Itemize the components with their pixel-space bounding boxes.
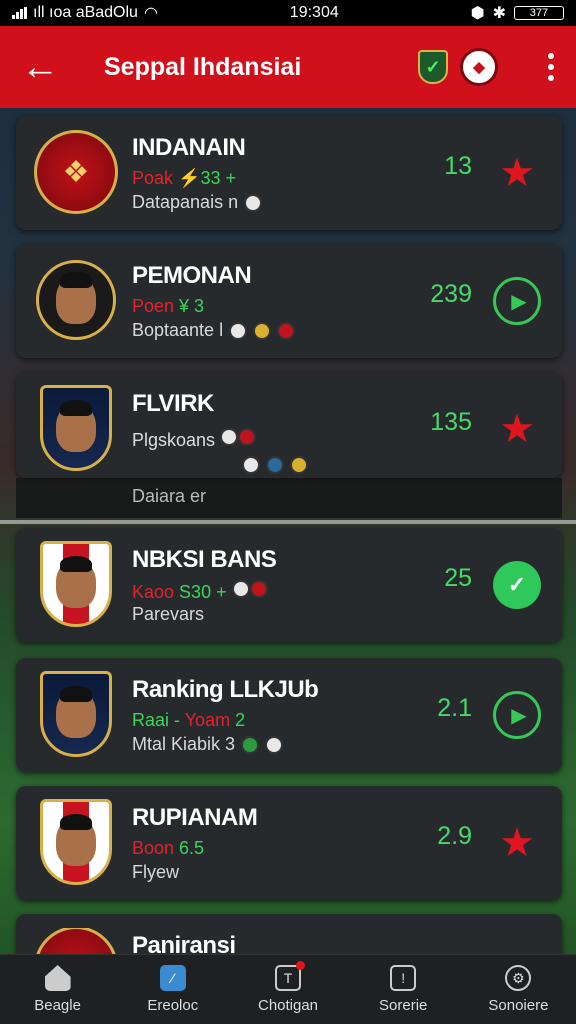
home-icon xyxy=(44,965,71,991)
more-vert-icon[interactable] xyxy=(526,53,576,81)
list-item[interactable]: FLVIRK Plgskoans 135 ★ xyxy=(16,372,562,478)
item-score: 2.9 xyxy=(437,822,472,850)
item-title: INDANAIN xyxy=(132,134,246,161)
star-icon: ★ xyxy=(499,821,535,865)
player-avatar xyxy=(36,260,116,340)
list-item[interactable]: Ranking LLKJUb Raai - Yoam 2 Mtal Kiabik… xyxy=(16,658,562,772)
ball-icon xyxy=(290,456,308,474)
item-score: 135 xyxy=(430,408,472,436)
item-title: Ranking LLKJUb xyxy=(132,676,319,703)
list-item[interactable]: ❖ INDANAIN Poak ⚡33 + Datapanais n 13 ★ xyxy=(16,116,562,230)
battery-icon: 377 xyxy=(513,6,564,20)
wifi-icon: ◠ xyxy=(143,5,158,22)
signal-icon xyxy=(12,7,27,19)
page-title: Seppal Ihdansiai xyxy=(104,52,302,81)
play-button[interactable]: ▶ xyxy=(492,276,542,326)
play-icon: ▶ xyxy=(493,691,541,739)
item-score: 239 xyxy=(430,280,472,308)
location-icon: ⬢ xyxy=(470,5,485,22)
item-title: FLVIRK xyxy=(132,390,214,417)
nav-scores[interactable]: ! Sorerie xyxy=(346,955,461,1024)
phone-icon: ! xyxy=(390,965,417,991)
player-avatar xyxy=(40,799,112,885)
team-crest-avatar[interactable]: ◆ xyxy=(460,48,498,86)
partial-row: Daiara er xyxy=(16,478,562,518)
item-title: RUPIANAM xyxy=(132,804,258,831)
bluetooth-icon: ✱ xyxy=(492,5,506,22)
ball-icon xyxy=(266,456,284,474)
favorite-button[interactable]: ★ xyxy=(492,818,542,868)
list-item[interactable]: PEMONAN Poen ¥ 3 Boptaante l 239 ▶ xyxy=(16,244,562,358)
item-meta: Boptaante l xyxy=(132,320,296,341)
list-item[interactable]: NBKSI BANS Kaoo S30 + Parevars 25 ✓ xyxy=(16,528,562,642)
player-avatar xyxy=(40,385,112,471)
player-avatar xyxy=(40,541,112,627)
garuda-crest-icon: ❖ xyxy=(34,130,118,214)
nav-home[interactable]: Beagle xyxy=(0,955,115,1024)
item-meta: Mtal Kiabik 3 xyxy=(132,734,284,755)
nav-channel[interactable]: T Chotigan xyxy=(230,955,345,1024)
play-button[interactable]: ▶ xyxy=(492,690,542,740)
ball-icon xyxy=(253,321,272,340)
item-subtitle: Kaoo S30 + xyxy=(132,580,268,603)
status-bar: ıll ıoa aBadOlu ◠ 19:304 ⬢ ✱ 377 xyxy=(0,0,576,26)
item-subtitle: Poak ⚡33 + xyxy=(132,168,236,188)
play-icon: ▶ xyxy=(493,277,541,325)
player-avatar xyxy=(40,671,112,757)
item-meta: Parevars xyxy=(132,604,205,624)
item-title: PEMONAN xyxy=(132,262,252,289)
item-meta xyxy=(242,456,308,474)
item-score: 13 xyxy=(444,152,472,180)
back-button[interactable]: ← xyxy=(0,26,80,108)
settings-icon: ⚙ xyxy=(505,965,532,991)
star-icon: ★ xyxy=(499,151,535,195)
ball-icon xyxy=(277,321,296,340)
carrier-label: ıll ıoa aBadOlu xyxy=(33,4,138,21)
item-subtitle: Raai - Yoam 2 xyxy=(132,710,246,730)
item-meta: Datapanais n xyxy=(132,192,263,213)
item-score: 2.1 xyxy=(437,694,472,722)
item-score: 25 xyxy=(444,564,472,592)
ball-icon xyxy=(242,456,260,474)
status-time: 19:304 xyxy=(289,4,339,21)
nav-stats[interactable]: ⁄ Ereoloc xyxy=(115,955,230,1024)
favorite-button[interactable]: ★ xyxy=(492,148,542,198)
arrow-left-icon: ← xyxy=(21,45,59,88)
check-icon: ✓ xyxy=(493,561,541,609)
ball-icon xyxy=(229,321,248,340)
item-title: NBKSI BANS xyxy=(132,546,277,573)
ball-icon xyxy=(241,735,260,754)
list-item[interactable]: RUPIANAM Boon 6.5 Flyew 2.9 ★ xyxy=(16,786,562,900)
ball-icon xyxy=(265,735,284,754)
check-button[interactable]: ✓ xyxy=(492,560,542,610)
nav-settings[interactable]: ⚙ Sonoiere xyxy=(461,955,576,1024)
item-subtitle: Boon 6.5 xyxy=(132,838,205,858)
item-meta: Flyew xyxy=(132,862,180,882)
chart-icon: ⁄ xyxy=(159,965,186,991)
verified-shield-icon[interactable]: ✓ xyxy=(418,50,448,84)
star-icon: ★ xyxy=(499,407,535,451)
app-bar: ← Seppal Ihdansiai ✓ ◆ xyxy=(0,26,576,108)
bottom-navigation: Beagle ⁄ Ereoloc T Chotigan ! Sorerie ⚙ Sono… xyxy=(0,954,576,1024)
ball-icon xyxy=(244,193,263,212)
item-subtitle: Poen ¥ 3 xyxy=(132,296,205,316)
tv-icon: T xyxy=(275,961,305,991)
item-subtitle: Plgskoans xyxy=(132,428,257,451)
favorite-button[interactable]: ★ xyxy=(492,404,542,454)
